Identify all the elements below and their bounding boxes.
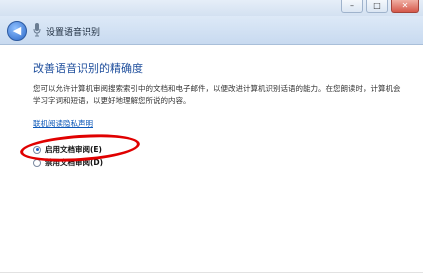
privacy-statement-link[interactable]: 联机阅读隐私声明	[33, 118, 93, 129]
window-titlebar: – □ ✕	[0, 0, 423, 16]
close-button[interactable]: ✕	[391, 0, 419, 13]
minimize-button[interactable]: –	[341, 0, 363, 13]
window-controls: – □ ✕	[341, 0, 419, 14]
wizard-title: 设置语音识别	[46, 28, 101, 38]
back-arrow-icon[interactable]: ◀	[7, 21, 27, 41]
maximize-button[interactable]: □	[366, 0, 388, 13]
microphone-icon	[33, 23, 41, 37]
page-heading: 改善语音识别的精确度	[33, 62, 143, 75]
red-highlight-circle	[19, 130, 141, 166]
description-text: 您可以允许计算机审阅搜索索引中的文档和电子邮件，以便改进计算机识别话语的能力。在…	[33, 84, 401, 105]
divider	[0, 272, 423, 273]
navigation-bar: ◀ 设置语音识别	[0, 16, 423, 45]
